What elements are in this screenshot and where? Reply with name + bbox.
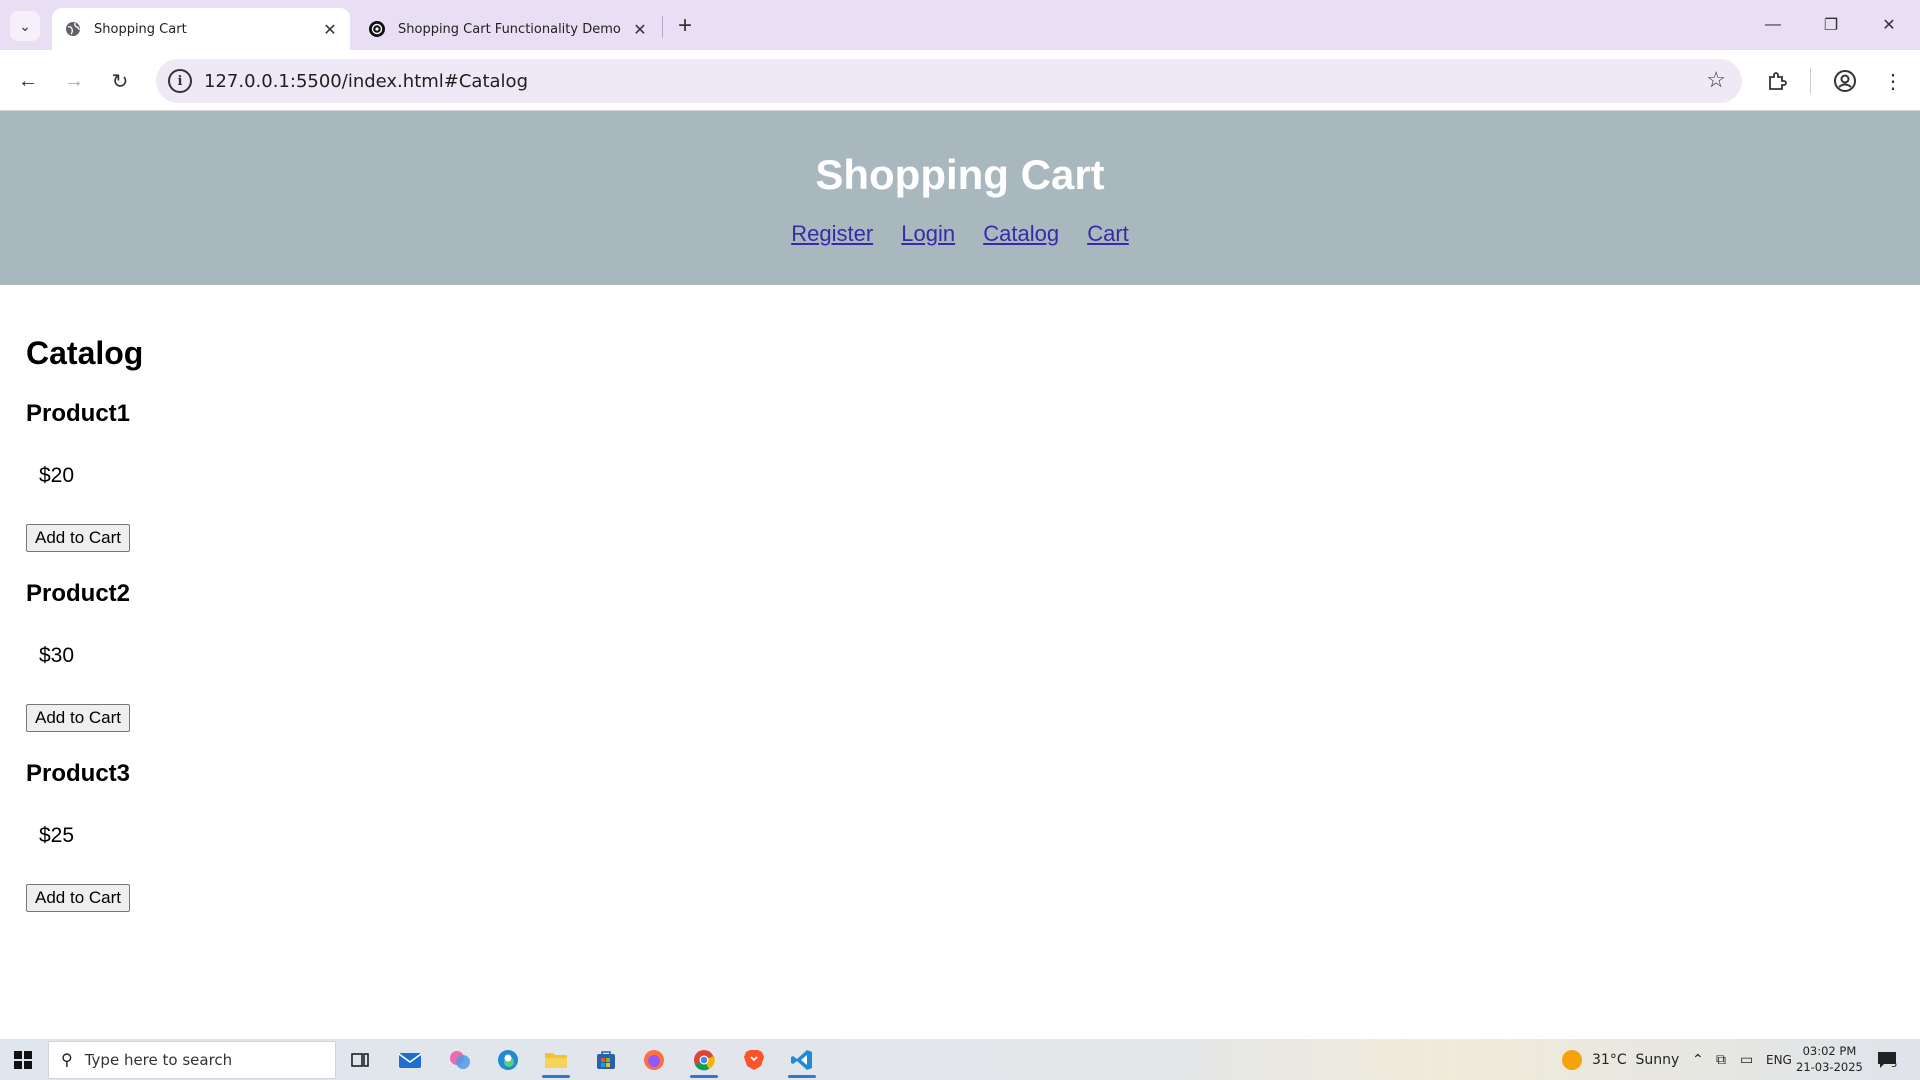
search-placeholder: Type here to search xyxy=(84,1051,233,1069)
extensions-puzzle-icon[interactable] xyxy=(1760,64,1794,98)
vscode-icon[interactable] xyxy=(778,1039,826,1080)
copilot-icon[interactable] xyxy=(436,1039,484,1080)
product-item: Product3 $25 Add to Cart xyxy=(26,760,1920,912)
edge-browser-icon[interactable] xyxy=(484,1039,532,1080)
site-header: Shopping Cart Register Login Catalog Car… xyxy=(0,111,1920,285)
firefox-icon[interactable] xyxy=(630,1039,678,1080)
show-hidden-icons-chevron-icon[interactable]: ⌃ xyxy=(1692,1039,1704,1080)
product-name: Product2 xyxy=(26,580,131,607)
close-icon[interactable]: ✕ xyxy=(316,15,344,43)
language-indicator[interactable]: ENG xyxy=(1766,1039,1792,1080)
product-price: $30 xyxy=(39,644,75,667)
nav-link-register[interactable]: Register xyxy=(791,221,873,246)
clock-date: 21-03-2025 xyxy=(1796,1060,1863,1074)
microsoft-store-icon[interactable] xyxy=(582,1039,630,1080)
tab-divider xyxy=(662,16,663,38)
network-icon[interactable]: ▭ xyxy=(1740,1039,1753,1080)
weather-widget[interactable]: 31°C Sunny xyxy=(1562,1039,1679,1080)
notification-count: 5 xyxy=(1891,1059,1898,1070)
tab-title: Shopping Cart Functionality Demo xyxy=(398,21,621,37)
file-explorer-icon[interactable] xyxy=(532,1039,580,1080)
toolbar-separator xyxy=(1810,68,1811,94)
add-to-cart-button[interactable]: Add to Cart xyxy=(26,524,130,552)
nav-link-cart[interactable]: Cart xyxy=(1087,221,1129,246)
active-indicator xyxy=(788,1075,816,1078)
product-name: Product3 xyxy=(26,760,131,787)
nav-link-login[interactable]: Login xyxy=(901,221,955,246)
browser-tab-bar: ⌄ Shopping Cart ✕ Shopping Cart Function… xyxy=(0,0,1920,50)
windows-start-icon[interactable] xyxy=(0,1039,46,1080)
catalog-section: Catalog Product1 $20 Add to Cart Product… xyxy=(0,335,1920,912)
web-page: Shopping Cart Register Login Catalog Car… xyxy=(0,111,1920,1039)
url-text[interactable]: 127.0.0.1:5500/index.html#Catalog xyxy=(204,71,528,92)
minimize-icon[interactable]: — xyxy=(1744,0,1802,50)
windows-taskbar: ⚲ Type here to search 31°C Sunny ⌃ ⧉ ▭ E… xyxy=(0,1039,1920,1080)
meet-now-icon[interactable]: ⧉ xyxy=(1716,1039,1726,1080)
task-view-icon[interactable] xyxy=(336,1039,384,1080)
back-arrow-icon[interactable]: ← xyxy=(11,64,45,98)
forward-arrow-icon[interactable]: → xyxy=(57,64,91,98)
add-to-cart-button[interactable]: Add to Cart xyxy=(26,704,130,732)
clock-time: 03:02 PM xyxy=(1802,1044,1857,1058)
catalog-heading: Catalog xyxy=(26,335,144,371)
add-to-cart-button[interactable]: Add to Cart xyxy=(26,884,130,912)
taskbar-clock[interactable]: 03:02 PM 21-03-2025 xyxy=(1796,1043,1863,1075)
search-icon: ⚲ xyxy=(61,1052,73,1069)
reload-icon[interactable]: ↻ xyxy=(103,64,137,98)
brave-icon[interactable] xyxy=(730,1039,778,1080)
chatgpt-icon xyxy=(368,20,386,38)
taskbar-search-input[interactable]: ⚲ Type here to search xyxy=(48,1041,336,1079)
product-price: $25 xyxy=(39,824,75,847)
notification-center-icon[interactable]: 5 xyxy=(1876,1039,1898,1080)
tab-title: Shopping Cart xyxy=(94,21,187,37)
site-nav: Register Login Catalog Cart xyxy=(0,221,1920,247)
mail-icon[interactable] xyxy=(386,1039,434,1080)
bookmark-star-icon[interactable]: ☆ xyxy=(1706,67,1726,93)
chrome-icon[interactable] xyxy=(680,1039,728,1080)
nav-link-catalog[interactable]: Catalog xyxy=(983,221,1059,246)
close-icon[interactable]: ✕ xyxy=(626,15,654,43)
tab-search-chevron-icon[interactable]: ⌄ xyxy=(10,11,40,41)
new-tab-plus-icon[interactable]: + xyxy=(670,11,700,41)
product-item: Product1 $20 Add to Cart xyxy=(26,400,1920,552)
site-title: Shopping Cart xyxy=(815,151,1105,198)
active-indicator xyxy=(690,1075,718,1078)
address-bar[interactable]: i 127.0.0.1:5500/index.html#Catalog ☆ xyxy=(156,59,1742,103)
menu-kebab-icon[interactable]: ⋮ xyxy=(1876,64,1910,98)
product-item: Product2 $30 Add to Cart xyxy=(26,580,1920,732)
info-icon[interactable]: i xyxy=(168,69,192,93)
globe-icon xyxy=(64,20,82,38)
product-name: Product1 xyxy=(26,400,131,427)
tab-shopping-cart[interactable]: Shopping Cart ✕ xyxy=(52,8,350,50)
sun-icon xyxy=(1562,1049,1582,1070)
active-indicator xyxy=(542,1075,570,1078)
restore-icon[interactable]: ❐ xyxy=(1802,0,1860,50)
weather-text: 31°C Sunny xyxy=(1592,1051,1680,1068)
tab-shopping-cart-demo[interactable]: Shopping Cart Functionality Demo ✕ xyxy=(356,8,660,50)
window-close-icon[interactable]: ✕ xyxy=(1860,0,1918,50)
profile-avatar-icon[interactable] xyxy=(1828,64,1862,98)
product-price: $20 xyxy=(39,464,75,487)
